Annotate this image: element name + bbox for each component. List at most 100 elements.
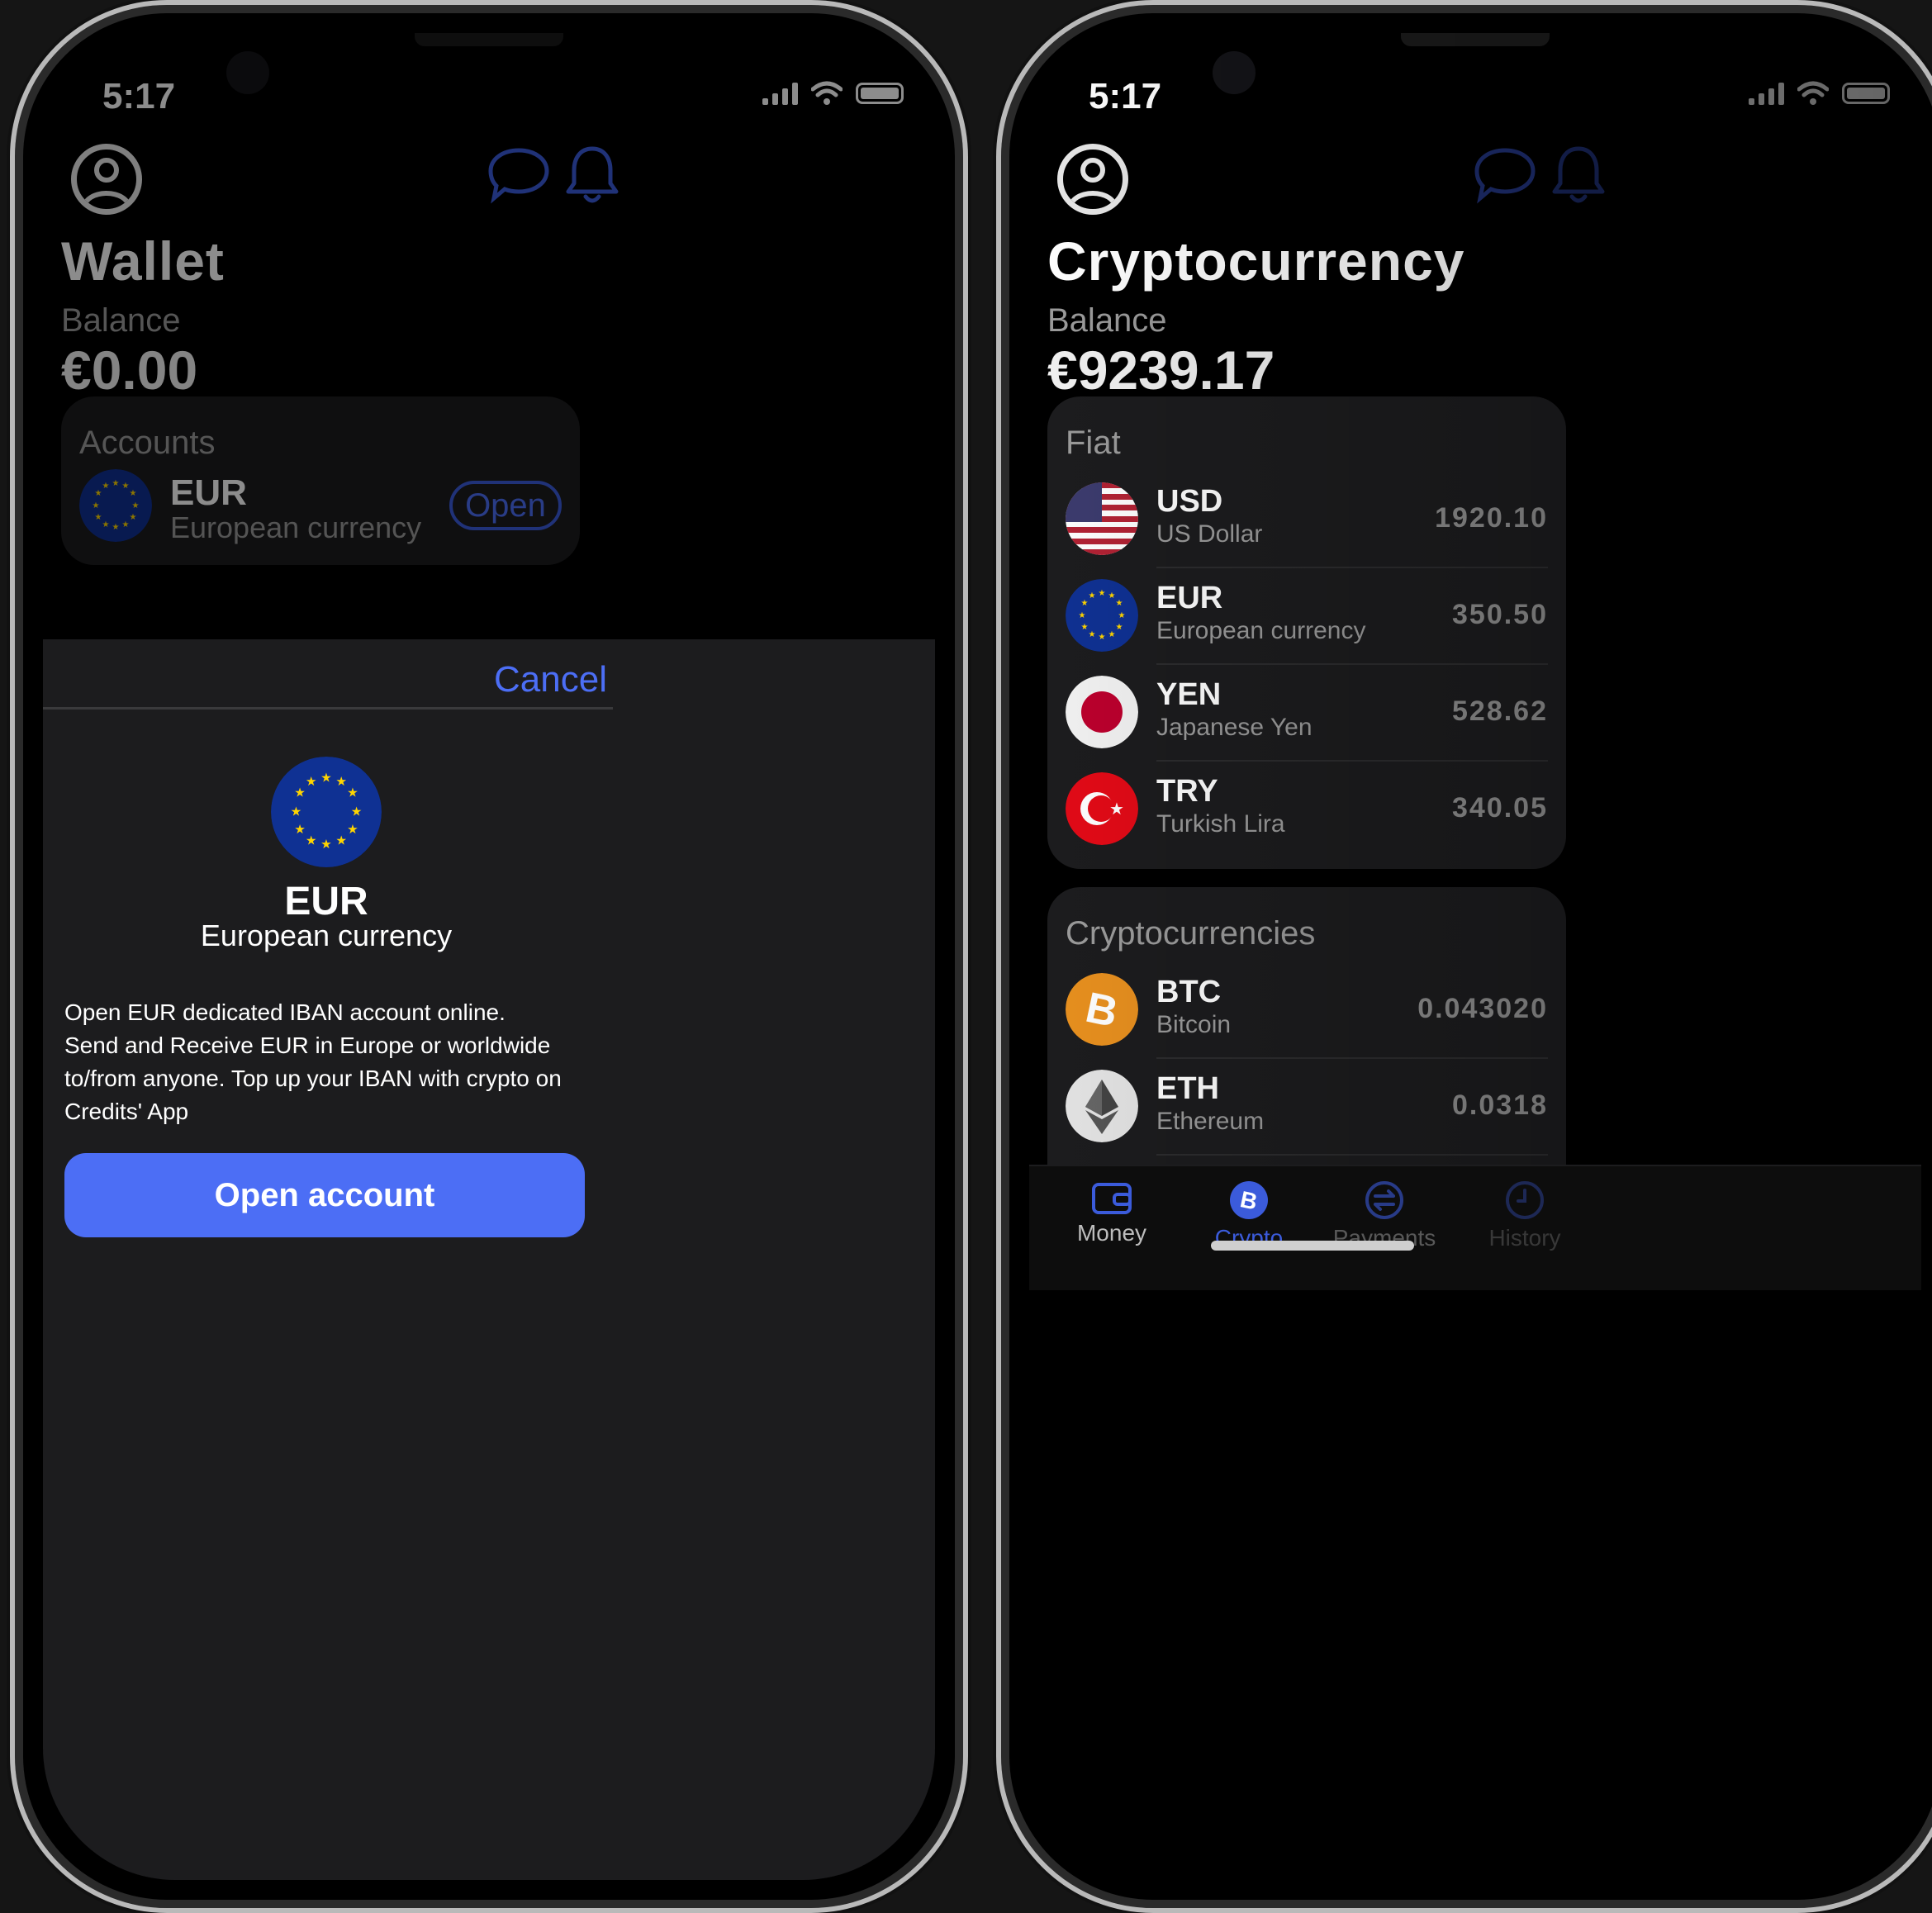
row-divider (1156, 760, 1548, 762)
payments-icon (1365, 1181, 1403, 1219)
tab-history[interactable]: History (1459, 1180, 1591, 1251)
svg-text:★: ★ (320, 838, 332, 852)
front-camera (1213, 51, 1256, 94)
accounts-card-title: Accounts (79, 425, 216, 461)
cellular-signal-icon (1749, 82, 1784, 105)
us-flag-icon (1066, 482, 1138, 555)
row-divider (1156, 1154, 1548, 1156)
eu-flag-icon: ★ ★★★ ★★★★ ★★★★ (1066, 579, 1138, 652)
svg-text:★: ★ (1089, 591, 1096, 600)
svg-text:★: ★ (122, 520, 130, 529)
balance-amount: €0.00 (61, 339, 198, 401)
list-item-yen[interactable]: YEN Japanese Yen 528.62 (1047, 672, 1566, 769)
currency-value: 340.05 (1452, 792, 1548, 824)
crypto-screen: 5:17 Cryptocurrency Balance €9239.17 Fia… (1029, 33, 1921, 1880)
currency-name: Turkish Lira (1156, 810, 1285, 838)
svg-text:★: ★ (1109, 800, 1124, 819)
list-item-eth[interactable]: ETH Ethereum 0.0318 (1047, 1066, 1566, 1163)
open-account-pill-button[interactable]: Open (449, 481, 562, 530)
status-time: 5:17 (102, 76, 176, 116)
account-code: EUR (170, 472, 247, 513)
svg-text:★: ★ (320, 771, 332, 785)
svg-text:★: ★ (130, 513, 137, 522)
currency-name: Bitcoin (1156, 1011, 1232, 1038)
svg-text:★: ★ (306, 834, 317, 848)
page-title: Cryptocurrency (1047, 230, 1465, 292)
front-camera (226, 51, 269, 94)
tab-money[interactable]: Money (1046, 1180, 1178, 1246)
list-item-usd[interactable]: USD US Dollar 1920.10 (1047, 479, 1566, 576)
balance-label: Balance (1047, 302, 1167, 339)
account-name: European currency (170, 510, 422, 544)
svg-text:★: ★ (95, 489, 102, 498)
svg-text:★: ★ (93, 501, 100, 510)
svg-text:★: ★ (306, 775, 317, 789)
svg-text:★: ★ (95, 513, 102, 522)
svg-text:★: ★ (112, 523, 120, 532)
svg-text:★: ★ (335, 834, 347, 848)
svg-text:★: ★ (1116, 623, 1123, 632)
svg-text:★: ★ (1081, 623, 1089, 632)
chat-icon[interactable] (486, 145, 552, 205)
svg-text:★: ★ (132, 501, 140, 510)
row-divider (1156, 567, 1548, 568)
profile-avatar-icon[interactable] (1057, 144, 1128, 215)
list-item-eur[interactable]: ★ ★ ★ ★ ★ ★ ★ ★ ★ ★ ★ ★ EUR European currency 350… (1047, 576, 1566, 672)
profile-avatar-icon[interactable] (71, 144, 142, 215)
svg-text:★: ★ (1118, 611, 1126, 620)
description-line: Credits' App (64, 1099, 189, 1124)
svg-text:★: ★ (347, 786, 358, 800)
svg-text:★: ★ (294, 786, 306, 800)
currency-code: BTC (1156, 975, 1222, 1009)
status-time: 5:17 (1089, 76, 1162, 116)
balance-label: Balance (61, 302, 181, 339)
chat-icon[interactable] (1472, 145, 1538, 205)
wallet-screen: 5:17 Wallet Balance €0.00 Accounts ★ ★ ★… (43, 33, 935, 1880)
battery-icon (856, 83, 904, 104)
sheet-header-divider (43, 707, 613, 710)
svg-text:★: ★ (1081, 599, 1089, 608)
svg-text:★: ★ (1089, 630, 1096, 639)
currency-name: US Dollar (1156, 520, 1263, 548)
open-account-button[interactable]: Open account (64, 1153, 585, 1237)
phone-crypto: 5:17 Cryptocurrency Balance €9239.17 Fia… (996, 0, 1932, 1913)
tab-label: Money (1076, 1220, 1147, 1246)
svg-text:★: ★ (335, 775, 347, 789)
crypto-card-title: Cryptocurrencies (1066, 915, 1316, 952)
sheet-currency-code: EUR (284, 880, 368, 923)
home-indicator[interactable] (1211, 1241, 1414, 1251)
cancel-button[interactable]: Cancel (494, 659, 607, 700)
speaker-grille (415, 33, 563, 46)
tab-label: History (1488, 1225, 1561, 1251)
phone-wallet: 5:17 Wallet Balance €0.00 Accounts ★ ★ ★… (10, 0, 968, 1913)
list-item-try[interactable]: ★ TRY Turkish Lira 340.05 (1047, 769, 1566, 866)
currency-code: YEN (1156, 677, 1222, 712)
svg-text:★: ★ (1108, 591, 1116, 600)
fiat-card-title: Fiat (1066, 425, 1121, 461)
svg-text:★: ★ (102, 520, 110, 529)
eu-flag-icon: ★ ★★★ ★★★★ ★★★★ (79, 469, 152, 542)
bitcoin-icon: B (1066, 973, 1138, 1046)
row-divider (1156, 663, 1548, 665)
sheet-currency-name: European currency (200, 919, 453, 952)
svg-text:★: ★ (1079, 611, 1086, 620)
speaker-grille (1401, 33, 1550, 46)
svg-text:★: ★ (112, 479, 120, 488)
list-item-btc[interactable]: B BTC Bitcoin 0.043020 (1047, 970, 1566, 1066)
notification-bell-icon[interactable] (1550, 144, 1607, 206)
svg-text:★: ★ (102, 482, 110, 491)
svg-text:★: ★ (1108, 630, 1116, 639)
svg-text:★: ★ (130, 489, 137, 498)
svg-text:★: ★ (122, 482, 130, 491)
accounts-card: Accounts ★ ★ ★ ★ ★ ★ ★ ★ ★ ★ ★ ★ EUR European cur… (61, 396, 580, 565)
description-line: to/from anyone. Top up your IBAN with cr… (64, 1066, 562, 1091)
wifi-icon (811, 81, 843, 105)
row-divider (1156, 1057, 1548, 1059)
currency-name: Japanese Yen (1156, 714, 1313, 741)
svg-text:★: ★ (291, 805, 302, 819)
svg-text:★: ★ (1099, 589, 1106, 598)
turkey-flag-icon: ★ (1066, 772, 1138, 845)
notification-bell-icon[interactable] (563, 144, 621, 206)
currency-name: European currency (1156, 617, 1366, 644)
sheet-description: Open EUR dedicated IBAN account online. … (64, 996, 601, 1128)
